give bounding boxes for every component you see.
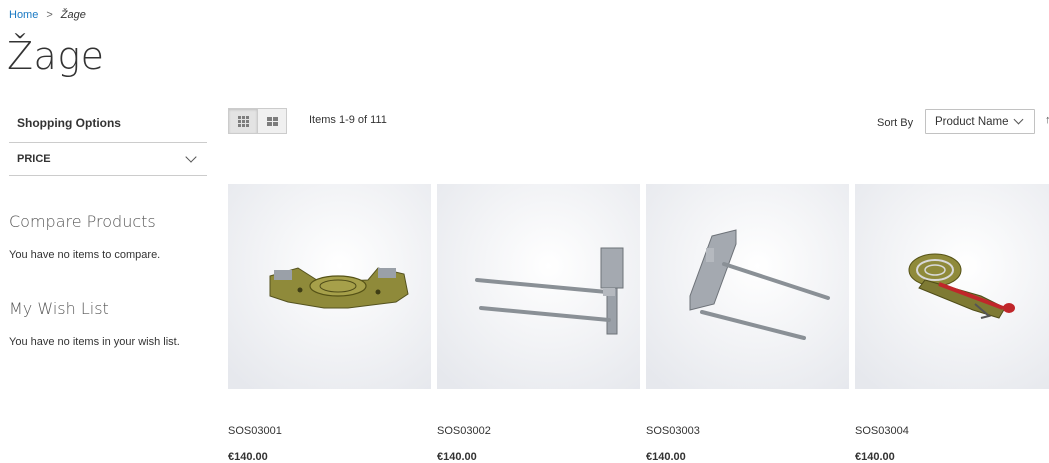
wishlist-empty-text: You have no items in your wish list. bbox=[9, 336, 180, 348]
filter-price-label: PRICE bbox=[17, 153, 51, 165]
sort-direction-icon[interactable]: ↑ bbox=[1045, 114, 1049, 126]
product-price: €140.00 bbox=[437, 451, 477, 463]
page-title: Žage bbox=[7, 34, 105, 78]
product-name-link[interactable]: SOS03001 bbox=[228, 425, 431, 437]
product-grid: SOS03001 €140.00 SOS03002 €140.00 SOS030… bbox=[228, 184, 1049, 463]
product-price: €140.00 bbox=[855, 451, 895, 463]
product-image-1[interactable] bbox=[228, 184, 431, 389]
toolbar-amount: Items 1-9 of 111 bbox=[309, 114, 387, 126]
product-price: €140.00 bbox=[228, 451, 268, 463]
filter-price[interactable]: PRICE bbox=[9, 143, 207, 176]
product-image-4[interactable] bbox=[855, 184, 1049, 389]
product-price: €140.00 bbox=[646, 451, 686, 463]
sort-select-value: Product Name bbox=[935, 115, 1009, 128]
breadcrumb-current: Žage bbox=[60, 9, 86, 21]
product-item: SOS03001 €140.00 bbox=[228, 184, 431, 463]
sort-select[interactable]: Product Name bbox=[925, 109, 1035, 134]
filter-title: Shopping Options bbox=[9, 108, 207, 143]
breadcrumb: Home > Žage bbox=[9, 9, 86, 21]
compare-title: Compare Products bbox=[9, 212, 156, 231]
wishlist-title: My Wish List bbox=[9, 299, 109, 318]
chevron-down-icon bbox=[1013, 114, 1023, 125]
product-image-2[interactable] bbox=[437, 184, 640, 389]
view-mode-group bbox=[228, 108, 287, 134]
sort-label: Sort By bbox=[877, 117, 914, 129]
compare-empty-text: You have no items to compare. bbox=[9, 249, 161, 261]
product-item: SOS03004 €140.00 bbox=[855, 184, 1049, 463]
list-icon bbox=[266, 116, 278, 126]
chevron-down-icon bbox=[185, 151, 197, 163]
product-name-link[interactable]: SOS03004 bbox=[855, 425, 1049, 437]
product-image-3[interactable] bbox=[646, 184, 849, 389]
product-item: SOS03003 €140.00 bbox=[646, 184, 849, 463]
grid-icon bbox=[237, 115, 249, 127]
list-view-button[interactable] bbox=[258, 108, 287, 134]
breadcrumb-home-link[interactable]: Home bbox=[9, 9, 38, 21]
product-item: SOS03002 €140.00 bbox=[437, 184, 640, 463]
product-name-link[interactable]: SOS03003 bbox=[646, 425, 849, 437]
product-name-link[interactable]: SOS03002 bbox=[437, 425, 640, 437]
breadcrumb-separator: > bbox=[46, 9, 53, 21]
sidebar: Shopping Options PRICE Compare Products … bbox=[9, 108, 207, 348]
toolbar: Items 1-9 of 111 Sort By Product Name ↑ bbox=[228, 108, 1049, 134]
grid-view-button[interactable] bbox=[228, 108, 258, 134]
